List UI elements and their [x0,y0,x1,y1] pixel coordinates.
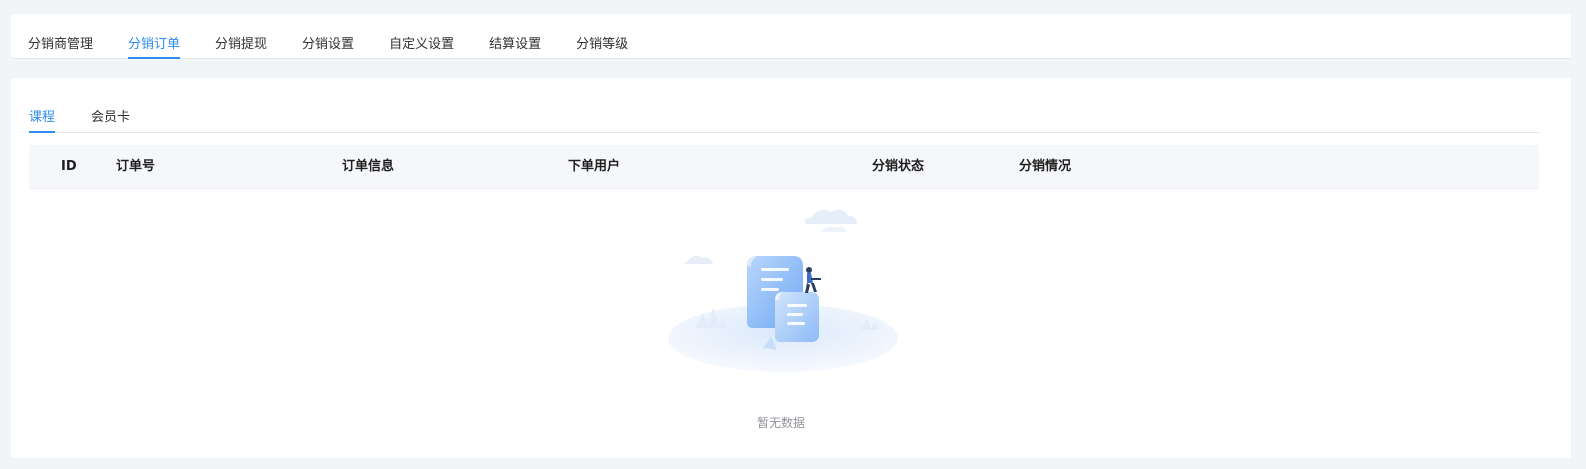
tab-distribution-settings[interactable]: 分销设置 [302,14,354,59]
column-header-order-number[interactable]: 订单号 [116,145,155,188]
sub-tab-courses[interactable]: 课程 [29,78,56,133]
column-header-order-info[interactable]: 订单信息 [342,145,394,188]
tab-distribution-orders[interactable]: 分销订单 [128,14,181,59]
table-header: ID 订单号 订单信息 下单用户 分销状态 分销情况 [29,145,1539,189]
column-header-distribution-status[interactable]: 分销状态 [872,145,924,188]
top-nav-card: 分销商管理 分销订单 分销提现 分销设置 自定义设置 结算设置 分销等级 [11,14,1571,59]
orders-card: 课程 会员卡 ID 订单号 订单信息 下单用户 分销状态 分销情况 暂无数据 [11,78,1571,458]
empty-documents-illustration-icon [668,209,898,372]
empty-state-text: 暂无数据 [756,416,805,430]
column-header-id[interactable]: ID [61,145,77,188]
tab-distribution-levels[interactable]: 分销等级 [576,14,628,59]
sub-tabs: 课程 会员卡 [29,78,1539,133]
sub-tab-membership-card[interactable]: 会员卡 [91,78,130,132]
top-tabs: 分销商管理 分销订单 分销提现 分销设置 自定义设置 结算设置 分销等级 [28,14,663,59]
column-header-ordering-user[interactable]: 下单用户 [568,145,620,188]
tab-distributor-management[interactable]: 分销商管理 [28,14,93,59]
tab-settlement-settings[interactable]: 结算设置 [489,14,541,59]
tab-custom-settings[interactable]: 自定义设置 [389,14,454,59]
column-header-distribution-details[interactable]: 分销情况 [1019,145,1071,188]
tab-distribution-withdrawal[interactable]: 分销提现 [215,14,267,59]
